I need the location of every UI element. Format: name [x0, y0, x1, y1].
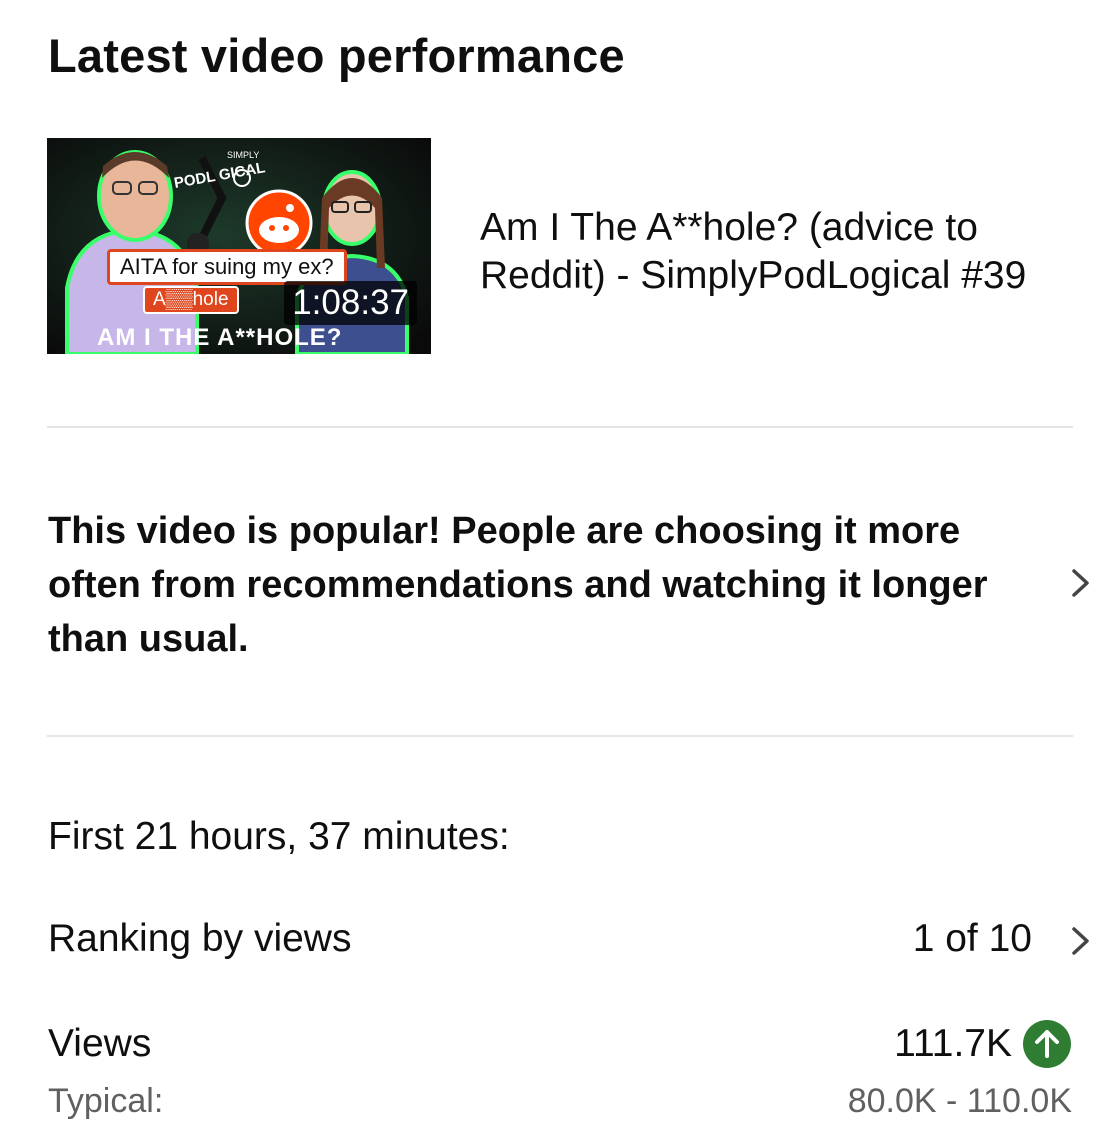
section-title: Latest video performance	[48, 29, 625, 82]
ranking-label: Ranking by views	[48, 917, 352, 960]
video-duration-badge: 1:08:37	[284, 281, 417, 325]
views-row: Views 111.7K	[48, 1022, 1074, 1072]
thumbnail-banner: AM I THE A**HOLE?	[97, 324, 343, 351]
divider	[47, 735, 1073, 737]
performance-insight[interactable]: This video is popular! People are choosi…	[48, 504, 1048, 666]
arrow-up-icon	[1023, 1020, 1071, 1068]
chevron-right-icon[interactable]	[1068, 568, 1094, 598]
video-title[interactable]: Am I The A**hole? (advice to Reddit) - S…	[480, 204, 1080, 300]
views-label: Views	[48, 1022, 152, 1065]
video-thumbnail[interactable]: PODL GICAL SIMPLY AITA for suing my ex? …	[47, 138, 431, 354]
latest-video-row[interactable]: PODL GICAL SIMPLY AITA for suing my ex? …	[47, 138, 1077, 354]
ranking-row[interactable]: Ranking by views 1 of 10	[48, 917, 1074, 967]
typical-value: 80.0K - 110.0K	[847, 1082, 1072, 1120]
chevron-right-icon[interactable]	[1068, 926, 1094, 956]
thumbnail-question: AITA for suing my ex?	[107, 249, 347, 285]
thumbnail-tag: A▒▒hole	[143, 286, 239, 314]
typical-label: Typical:	[48, 1082, 164, 1120]
thumbnail-logo-small: SIMPLY	[227, 150, 259, 160]
ranking-value: 1 of 10	[912, 917, 1032, 960]
divider	[47, 426, 1073, 428]
views-value: 111.7K	[894, 1022, 1012, 1065]
stats-period: First 21 hours, 37 minutes:	[48, 815, 510, 858]
typical-row: Typical: 80.0K - 110.0K	[48, 1082, 1074, 1126]
insight-text: This video is popular! People are choosi…	[48, 510, 988, 660]
